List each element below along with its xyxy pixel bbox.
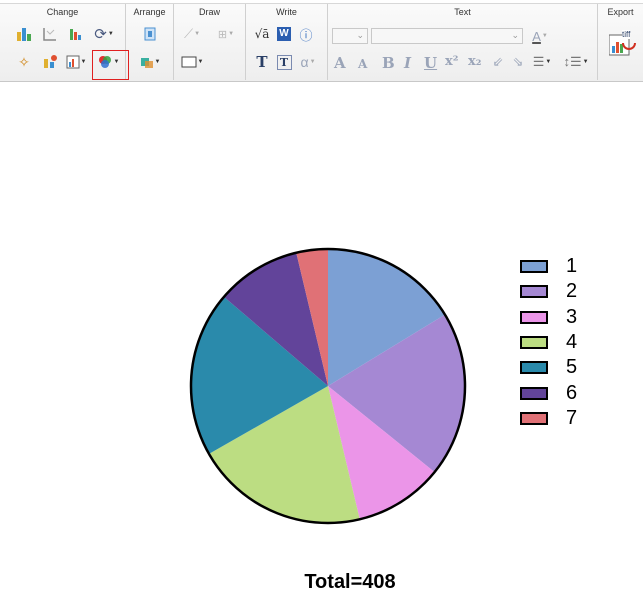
chart-legend: 123 4567 xyxy=(520,254,577,431)
legend-swatch xyxy=(520,411,548,425)
legend-swatch xyxy=(520,386,548,400)
legend-label: 3 xyxy=(566,305,578,328)
legend-swatch xyxy=(520,260,548,274)
legend-swatch xyxy=(520,285,548,299)
legend-label: 1 xyxy=(566,255,578,278)
legend-label: 5 xyxy=(566,356,578,379)
legend-swatch xyxy=(520,361,548,375)
legend-label: 7 xyxy=(566,406,578,429)
legend-label: 4 xyxy=(566,331,578,354)
legend-label: 6 xyxy=(566,381,578,404)
legend-swatch xyxy=(520,310,548,324)
legend-item-1: 1 xyxy=(520,254,577,279)
chart-total-label: Total=408 xyxy=(304,571,396,593)
legend-item-6: 6 xyxy=(520,380,577,405)
legend-swatch xyxy=(520,336,548,350)
legend-label: 2 xyxy=(566,280,578,303)
legend-item-3: 3 xyxy=(520,305,577,330)
legend-item-2: 2 xyxy=(520,279,577,304)
legend-item-4: 4 xyxy=(520,330,577,355)
legend-item-5: 5 xyxy=(520,355,577,380)
pie-slices xyxy=(191,249,466,523)
legend-item-7: 7 xyxy=(520,406,577,431)
